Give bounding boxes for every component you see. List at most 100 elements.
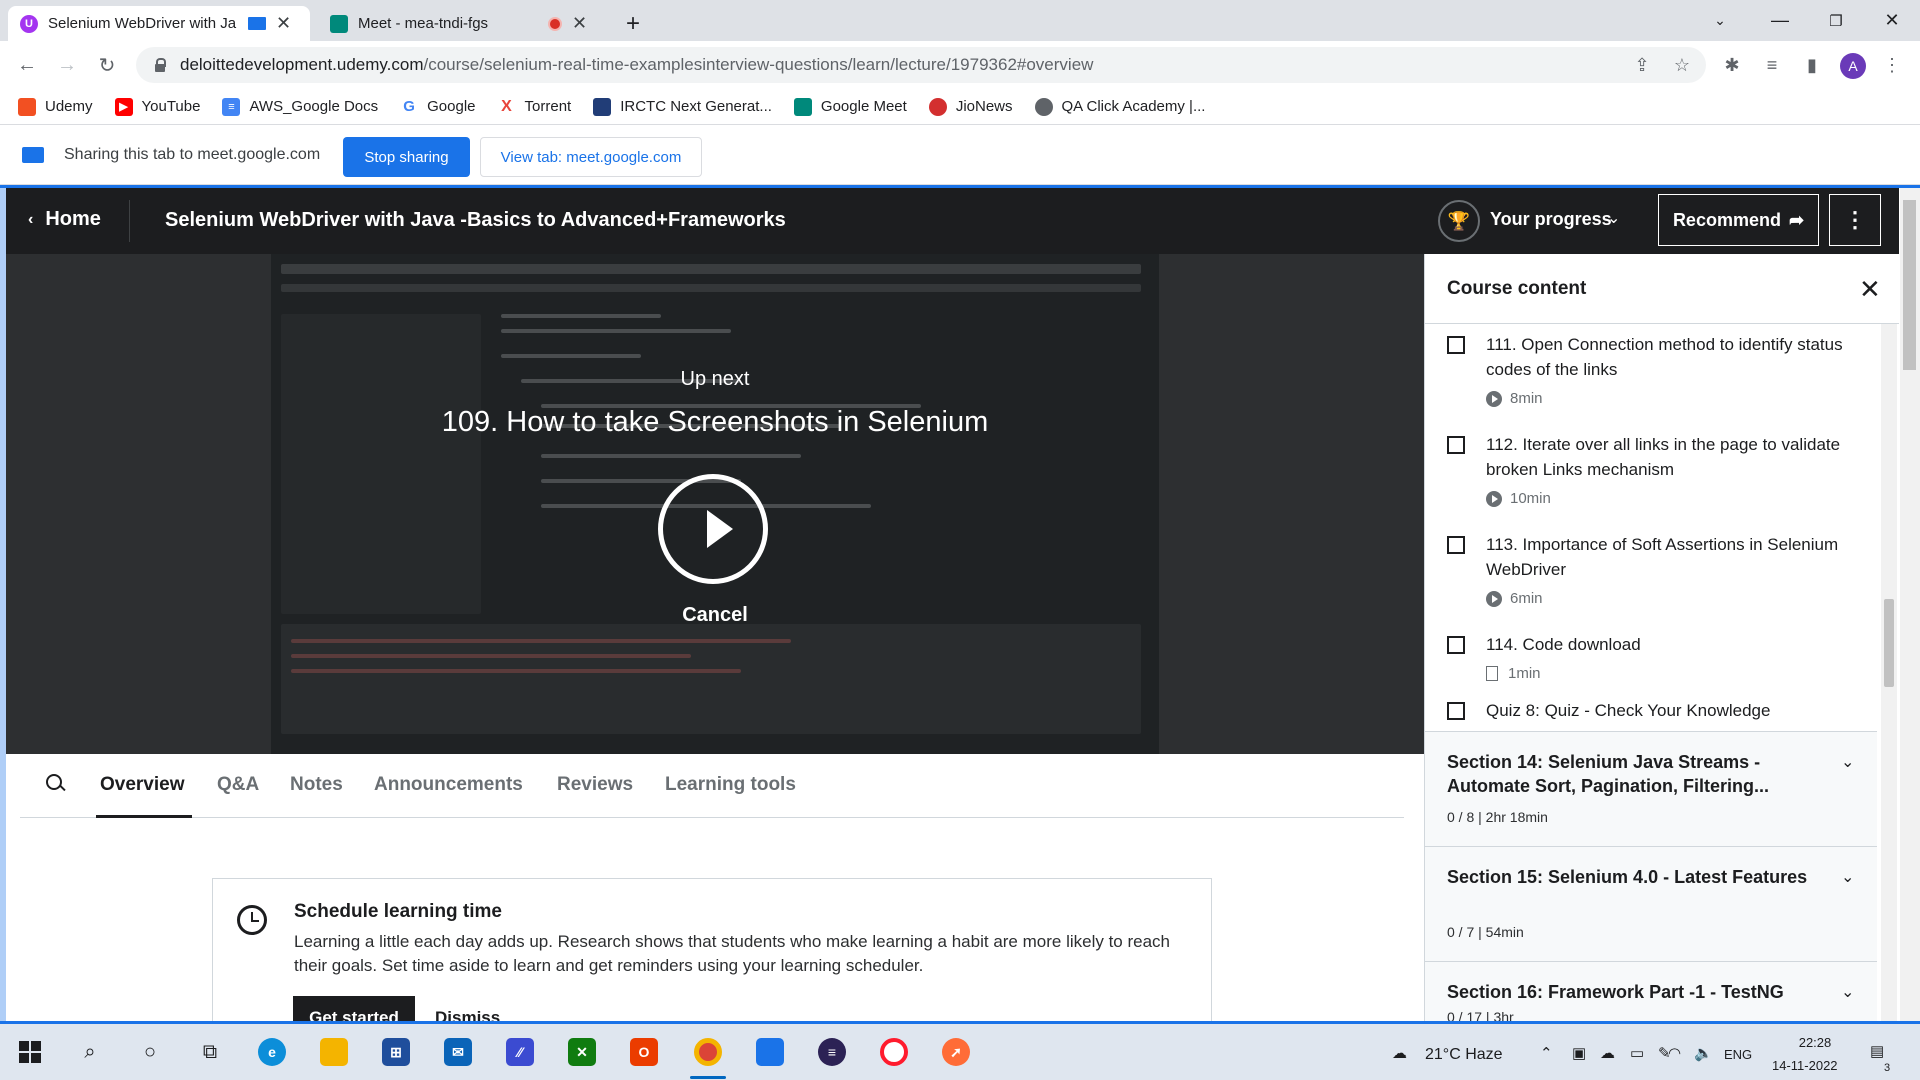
weather-text[interactable]: 21°C Haze [1425,1046,1503,1064]
bookmark-irctc[interactable]: IRCTC Next Generat... [593,97,772,116]
language-indicator[interactable]: ENG [1724,1047,1752,1062]
chevron-down-icon[interactable]: ⌄ [1841,752,1854,772]
stop-sharing-button[interactable]: Stop sharing [343,137,470,177]
minimize-button[interactable]: — [1752,0,1808,41]
power-automate-icon[interactable]: ⁄⁄ [500,1032,540,1072]
search-icon[interactable]: ⌕ [70,1032,110,1072]
tab-learning-tools[interactable]: Learning tools [665,774,796,796]
bookmark-docs[interactable]: ≡ AWS_Google Docs [222,97,379,116]
device-icon[interactable]: ▣ [1572,1044,1586,1062]
view-tab-button[interactable]: View tab: meet.google.com [480,137,702,177]
udemy-icon: U [20,14,38,33]
edge-icon[interactable]: e [252,1032,292,1072]
tab-notes[interactable]: Notes [290,774,343,796]
play-circle-icon [1486,490,1502,507]
chevron-up-icon[interactable]: ⌃ [1540,1044,1553,1062]
trophy-icon: 🏆 [1438,200,1480,242]
eclipse-icon[interactable]: ≡ [812,1032,852,1072]
bookmark-meet[interactable]: Google Meet [793,97,907,116]
cancel-autoplay-button[interactable]: Cancel [6,604,1424,627]
bookmark-qaclick[interactable]: QA Click Academy |... [1034,97,1205,116]
battery-icon[interactable]: ▭ [1630,1044,1644,1062]
volume-icon[interactable]: 🔈 [1694,1044,1713,1062]
close-icon[interactable]: ✕ [1859,274,1881,305]
browser-toolbar: ← → ↻ deloittedevelopment.udemy.com/cour… [0,41,1920,89]
page-scrollbar-thumb[interactable] [1903,200,1916,370]
chevron-left-icon: ‹ [28,210,34,228]
clock-time[interactable]: 22:28 [1790,1035,1840,1050]
schedule-learning-card: Schedule learning time Learning a little… [212,878,1212,1028]
tab-reviews[interactable]: Reviews [557,774,633,796]
more-options-button[interactable]: ⋮ [1829,194,1881,246]
back-icon[interactable]: ← [11,49,43,81]
section-header[interactable]: Section 15: Selenium 4.0 - Latest Featur… [1425,846,1877,961]
chrome-icon[interactable] [688,1032,728,1072]
up-next-title[interactable]: 109. How to take Screenshots in Selenium [6,406,1424,439]
lecture-checkbox[interactable] [1447,536,1465,554]
close-tab-icon[interactable]: ✕ [572,13,587,34]
task-view-icon[interactable]: ⧉ [190,1032,230,1072]
tab-meet[interactable]: Meet - mea-tndi-fgs ✕ [318,6,608,41]
search-icon[interactable] [46,774,68,796]
section-header[interactable]: Section 16: Framework Part -1 - TestNG 0… [1425,961,1877,1024]
tab-search-icon[interactable]: ⌄ [1692,0,1748,41]
bookmark-label: AWS_Google Docs [249,98,379,115]
wifi-icon[interactable]: ◠ [1668,1044,1681,1062]
play-icon[interactable] [658,474,768,584]
opera-icon[interactable] [874,1032,914,1072]
tab-udemy[interactable]: U Selenium WebDriver with Ja ✕ [8,6,310,41]
lecture-checkbox[interactable] [1447,336,1465,354]
onedrive-icon[interactable]: ☁ [1600,1044,1615,1062]
new-tab-button[interactable]: + [614,6,654,41]
file-explorer-icon[interactable] [314,1032,354,1072]
reload-icon[interactable]: ↻ [91,49,123,81]
file-icon [1486,666,1498,681]
xbox-icon[interactable]: ✕ [562,1032,602,1072]
bookmark-udemy[interactable]: Udemy [18,97,93,116]
chevron-down-icon[interactable]: ⌄ [1841,982,1854,1002]
tab-qa[interactable]: Q&A [217,774,259,796]
lecture-checkbox[interactable] [1447,436,1465,454]
chevron-down-icon[interactable]: ⌄ [1841,867,1854,887]
chevron-down-icon[interactable]: ⌄ [1607,208,1620,228]
maximize-button[interactable]: ❐ [1808,0,1864,41]
media-control-icon[interactable]: ≡ [1760,53,1784,77]
office-icon[interactable]: O [624,1032,664,1072]
weather-icon[interactable]: ☁ [1392,1044,1407,1062]
menu-icon[interactable]: ⋮ [1880,53,1904,77]
lecture-checkbox[interactable] [1447,636,1465,654]
side-panel-icon[interactable]: ▮ [1800,53,1824,77]
mail-icon[interactable]: ✉ [438,1032,478,1072]
address-bar[interactable]: deloittedevelopment.udemy.com/course/sel… [136,47,1706,83]
recommend-button[interactable]: Recommend ➦ [1658,194,1819,246]
postman-icon[interactable]: ➚ [936,1032,976,1072]
notification-icon[interactable]: ▤ [1870,1042,1884,1060]
lecture-checkbox[interactable] [1447,702,1465,720]
bookmark-torrent[interactable]: X Torrent [497,97,571,116]
video-player[interactable]: Up next 109. How to take Screenshots in … [6,254,1424,754]
close-window-button[interactable]: ✕ [1864,0,1920,41]
bookmark-star-icon[interactable]: ☆ [1670,53,1694,77]
progress-dropdown[interactable]: Your progress [1490,209,1612,230]
share-icon[interactable]: ⇪ [1630,53,1654,77]
extensions-icon[interactable]: ✱ [1720,53,1744,77]
app-icon[interactable] [750,1032,790,1072]
tab-announcements[interactable]: Announcements [374,774,523,796]
bookmark-google[interactable]: G Google [400,97,476,116]
sidebar-scrollbar-thumb[interactable] [1884,599,1894,687]
active-tab-indicator [96,815,192,818]
windows-start-icon[interactable] [10,1032,50,1072]
home-link[interactable]: ‹ Home [28,208,101,231]
tab-overview[interactable]: Overview [100,774,185,796]
bookmark-youtube[interactable]: ▶ YouTube [114,97,200,116]
schedule-description: Learning a little each day adds up. Rese… [294,932,1170,975]
clock-date[interactable]: 14-11-2022 [1772,1058,1838,1073]
close-tab-icon[interactable]: ✕ [276,13,291,34]
cortana-icon[interactable]: ○ [130,1032,170,1072]
avatar[interactable]: A [1840,53,1866,79]
store-icon[interactable]: ⊞ [376,1032,416,1072]
forward-icon[interactable]: → [51,49,83,81]
bookmark-jionews[interactable]: JioNews [928,97,1013,116]
section-header[interactable]: Section 14: Selenium Java Streams - Auto… [1425,731,1877,846]
youtube-icon: ▶ [114,97,133,116]
